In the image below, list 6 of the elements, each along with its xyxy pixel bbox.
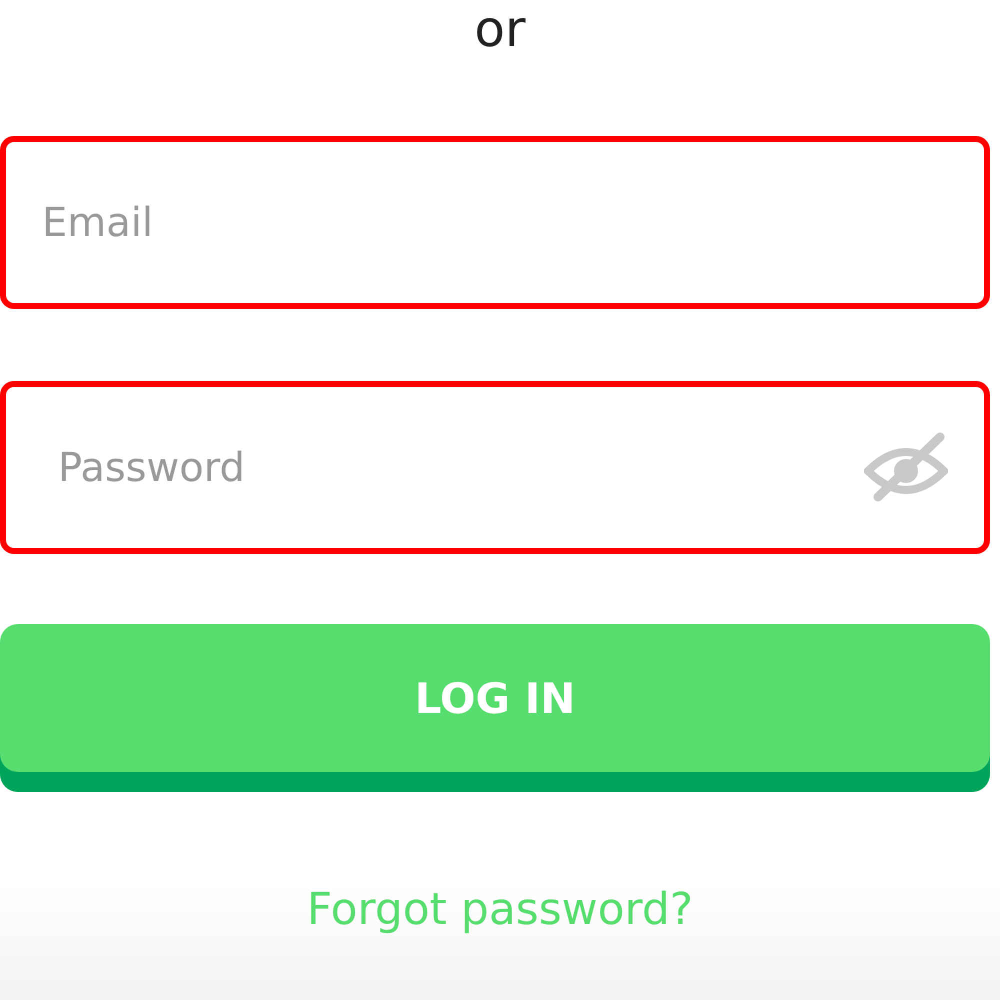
input-field[interactable]: Email — [0, 136, 990, 309]
eye-slash-icon[interactable] — [864, 431, 948, 503]
input-field[interactable]: Password — [0, 381, 990, 554]
divider-text: or — [474, 0, 526, 60]
forgot-password-link[interactable]: Forgot password? — [306, 884, 694, 935]
login-button[interactable]: LOG IN — [0, 624, 990, 792]
